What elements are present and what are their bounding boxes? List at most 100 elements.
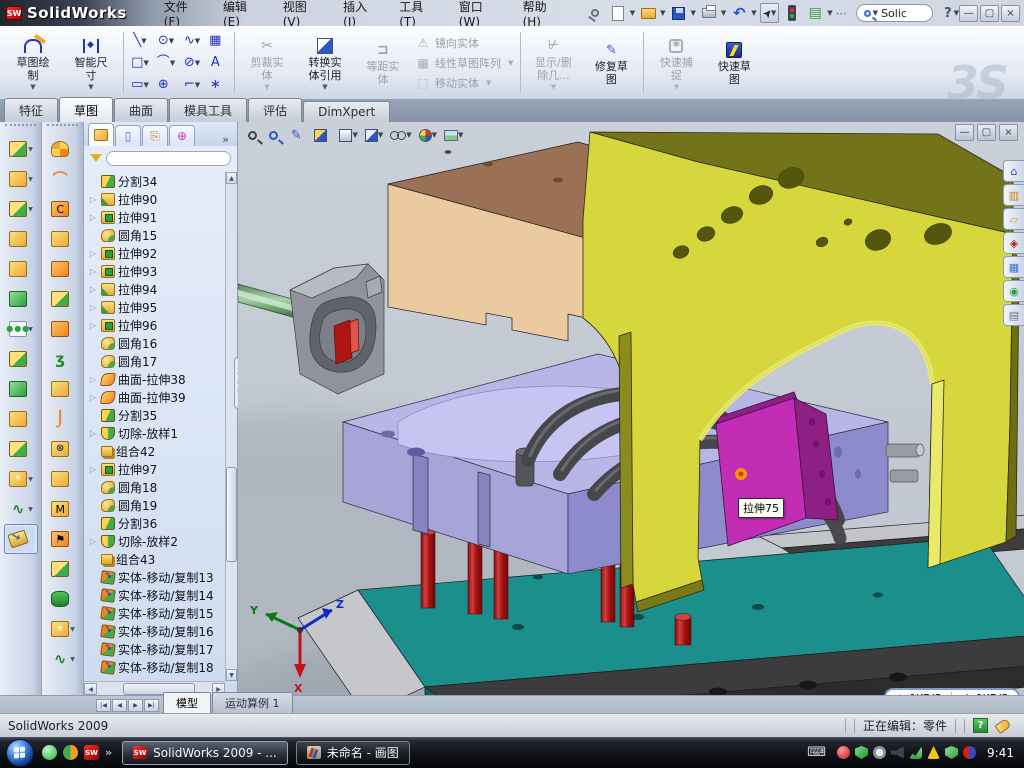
command-tab[interactable]: DimXpert — [303, 101, 390, 122]
feature-tool-button[interactable]: ▼ — [4, 344, 38, 374]
feature-tree-item[interactable]: ▷ 圆角15 — [88, 226, 225, 244]
feature-tree-item[interactable]: ▷ 拉伸97 — [88, 460, 225, 478]
mold-tool-button[interactable]: ʒ ▼ — [46, 344, 80, 374]
feature-tree-item[interactable]: ▷ 圆角16 — [88, 334, 225, 352]
feature-tool-button[interactable]: ▼ — [4, 224, 38, 254]
tree-filter-input[interactable] — [106, 151, 231, 166]
hide-show-items-icon[interactable]: ▼ — [390, 131, 411, 139]
feature-tree-item[interactable]: ▷ 实体-移动/复制15 — [88, 604, 225, 622]
expand-arrow-icon[interactable]: ▷ — [88, 321, 98, 330]
sketch-entity-button[interactable]: ▦▼ — [205, 30, 231, 52]
safety-shield-tray-icon[interactable] — [945, 746, 958, 759]
feature-tree-item[interactable]: ▷ 分割34 — [88, 172, 225, 190]
expand-arrow-icon[interactable]: ▷ — [88, 393, 98, 402]
feature-tree-item[interactable]: ▷ 拉伸95 — [88, 298, 225, 316]
repair-sketch-button[interactable]: ✎ 修复草 图 — [582, 28, 640, 97]
edit-appearance-icon[interactable]: ▼ — [419, 129, 437, 142]
mold-tool-button[interactable]: ▼ — [46, 374, 80, 404]
mold-tool-button[interactable]: M ▼ — [46, 494, 80, 524]
motion-study-tab[interactable]: 运动算例 1 — [212, 692, 293, 713]
app-quicklaunch-icon[interactable] — [63, 745, 78, 760]
feature-tool-button[interactable]: ▼ — [4, 404, 38, 434]
rebuild-button[interactable] — [782, 3, 802, 23]
sketch-entity-button[interactable]: ∿▼ — [179, 30, 205, 52]
feature-tree-item[interactable]: ▷ 组合43 — [88, 550, 225, 568]
scrollbar-thumb[interactable] — [226, 467, 237, 562]
doc-minimize-button[interactable]: — — [955, 124, 974, 141]
custom-properties-icon[interactable]: ▤ — [1003, 304, 1024, 326]
mold-tool-button[interactable]: ▼ — [46, 254, 80, 284]
taskbar-window-button[interactable]: 未命名 - 画图 — [296, 741, 410, 765]
tag-icon[interactable] — [994, 717, 1011, 733]
doc-close-button[interactable]: × — [999, 124, 1018, 141]
feature-tree-item[interactable]: ▷ 组合42 — [88, 442, 225, 460]
expand-arrow-icon[interactable]: ▷ — [88, 375, 98, 384]
feature-tree-item[interactable]: ▷ 圆角18 — [88, 478, 225, 496]
sketch-entity-button[interactable]: ▭▼ — [127, 74, 153, 96]
feature-tree-item[interactable]: ▷ 拉伸91 — [88, 208, 225, 226]
command-tab[interactable]: 曲面 — [114, 98, 168, 122]
feature-tree-item[interactable]: ▷ 分割36 — [88, 514, 225, 532]
keyboard-layout-icon[interactable]: ⌨ — [807, 745, 826, 760]
feature-tree-item[interactable]: ▷ 拉伸90 — [88, 190, 225, 208]
select-tool-button[interactable]: ➤▼ — [760, 3, 780, 23]
panel-tabs-more-button[interactable]: » — [222, 133, 229, 146]
feature-tree-item[interactable]: ▷ 实体-移动/复制16 — [88, 622, 225, 640]
section-view-icon[interactable]: ▼ — [314, 129, 332, 142]
sketch-entity-button[interactable]: ⌐▼ — [179, 74, 205, 96]
minimize-button[interactable]: — — [959, 5, 978, 22]
command-tab[interactable]: 草图 — [59, 97, 113, 122]
mold-tool-button[interactable]: ▼ — [46, 134, 80, 164]
warning-tray-icon[interactable] — [927, 746, 940, 759]
feature-tool-button[interactable]: ✳ ▼ — [4, 464, 38, 494]
feature-tree-item[interactable]: ▷ 拉伸93 — [88, 262, 225, 280]
expand-arrow-icon[interactable]: ▷ — [88, 195, 98, 204]
expand-arrow-icon[interactable]: ▷ — [88, 537, 98, 546]
taskbar-clock[interactable]: 9:41 — [987, 746, 1014, 760]
volume-tray-icon[interactable] — [891, 746, 904, 759]
mold-tool-button[interactable]: ⌡ ▼ — [46, 404, 80, 434]
expand-arrow-icon[interactable]: ▷ — [88, 303, 98, 312]
sketch-entity-button[interactable]: ⊕▼ — [153, 74, 179, 96]
command-tab[interactable]: 评估 — [248, 98, 302, 122]
display-delete-relations-button[interactable]: ⊬ 显示/删 除几...▼ — [524, 28, 582, 97]
zoom-fit-icon[interactable]: ▼ — [248, 131, 262, 140]
appearances-scenes-icon[interactable]: ◉ — [1003, 280, 1024, 302]
sketch-entity-button[interactable]: ∗▼ — [205, 74, 231, 96]
close-button[interactable]: × — [1001, 5, 1020, 22]
trim-entities-button[interactable]: ✂ 剪裁实 体▼ — [238, 28, 296, 97]
magnified-selection-icon[interactable]: ✎ ▼ — [291, 128, 307, 143]
tab-nav-button[interactable]: |◀ — [96, 699, 111, 712]
mold-tool-button[interactable]: ∿ ▼ — [46, 644, 80, 674]
network-tray-icon[interactable] — [909, 746, 922, 759]
mold-tool-button[interactable]: ▼ — [46, 284, 80, 314]
scroll-left-button[interactable]: ◀ — [84, 683, 97, 695]
help-button[interactable]: ? — [944, 6, 952, 21]
quick-snaps-button[interactable]: 快速捕 捉▼ — [647, 28, 705, 97]
pin-toolbar-icon[interactable] — [585, 3, 605, 23]
mold-tool-button[interactable]: ▼ — [46, 224, 80, 254]
options-list-button[interactable]: ▤ — [805, 3, 825, 23]
model-tab[interactable]: 模型 — [163, 692, 211, 713]
feature-tree-item[interactable]: ▷ 切除-放样2 — [88, 532, 225, 550]
expand-arrow-icon[interactable]: ▷ — [88, 429, 98, 438]
mirror-entities-button[interactable]: ⚠镜向实体 — [416, 34, 513, 52]
feature-tool-button[interactable]: ▼ — [4, 254, 38, 284]
mold-tool-button[interactable]: ▼ — [46, 314, 80, 344]
tab-nav-button[interactable]: ▶ — [128, 699, 143, 712]
sketch-entity-button[interactable]: ⊘▼ — [179, 52, 205, 74]
feature-tree-item[interactable]: ▷ 实体-移动/复制17 — [88, 640, 225, 658]
new-document-button[interactable] — [608, 3, 628, 23]
save-button[interactable] — [669, 3, 689, 23]
convert-entities-button[interactable]: 转换实 体引用▼ — [296, 28, 354, 97]
expand-arrow-icon[interactable]: ▷ — [88, 249, 98, 258]
linear-sketch-pattern-button[interactable]: ▦线性草图阵列▼ — [416, 54, 513, 72]
tab-nav-button[interactable]: ▶| — [144, 699, 159, 712]
feature-tool-button[interactable]: ▼ — [4, 524, 38, 554]
apply-scene-icon[interactable]: ▼ — [444, 130, 463, 141]
model-3d-view[interactable]: Y Z X — [238, 122, 1024, 695]
mold-tool-button[interactable]: ⚑ ▼ — [46, 524, 80, 554]
feature-tree-item[interactable]: ▷ 分割35 — [88, 406, 225, 424]
tree-vertical-scrollbar[interactable]: ▲ ▼ — [225, 172, 237, 681]
smart-dimension-button[interactable]: 智能尺 寸▼ — [62, 28, 120, 97]
